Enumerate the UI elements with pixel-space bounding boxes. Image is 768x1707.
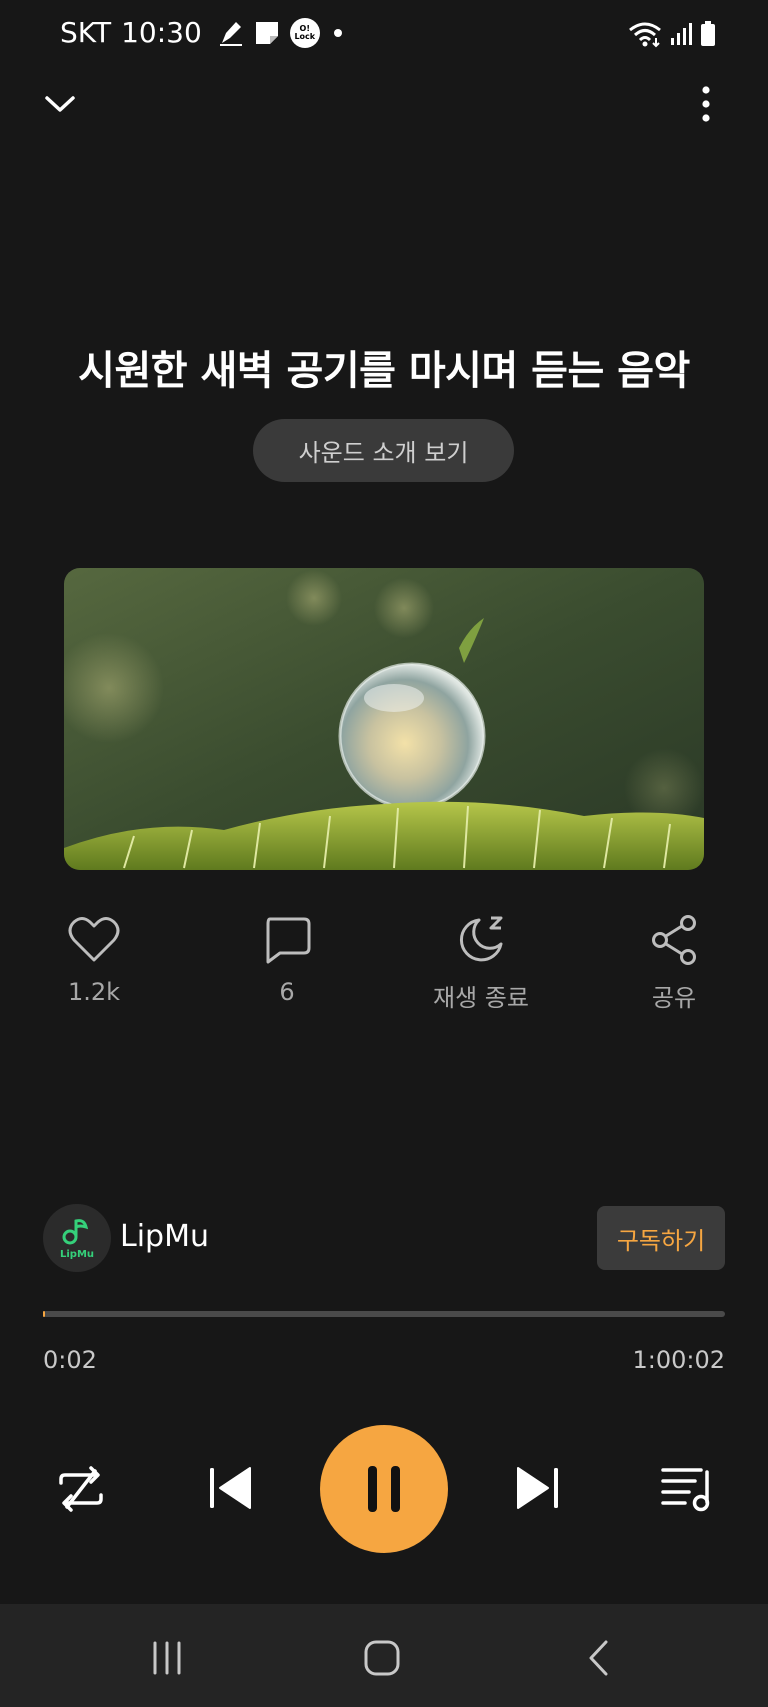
carrier-label: SKT [60,16,112,49]
battery-icon [701,21,715,46]
oclock-badge-text: O! Lock [294,23,316,41]
track-thumbnail[interactable] [64,568,704,870]
total-time: 1:00:02 [632,1346,725,1374]
like-action[interactable]: 1.2k [24,912,164,1006]
back-icon [589,1640,608,1676]
dew-drop-on-moss-image [64,568,704,870]
current-time: 0:02 [43,1346,97,1374]
previous-button[interactable] [205,1462,257,1514]
status-left: SKT 10:30 O! Lock [60,16,342,49]
more-options-button[interactable] [684,82,728,126]
previous-icon [210,1467,251,1509]
sleep-timer-label: 재생 종료 [433,984,529,1012]
sleep-timer-action[interactable]: 재생 종료 [411,912,551,1013]
lipmu-logo: LipMu [60,1219,94,1260]
player-screen: SKT 10:30 O! Lock 시원한 새벽 공기를 마시며 듣는 음악 사… [0,0,768,1707]
status-right [628,20,716,48]
next-button[interactable] [511,1462,563,1514]
pause-icon [368,1466,400,1512]
dot-icon [333,28,342,37]
sleep-timer-icon [453,912,509,968]
repeat-icon [59,1466,103,1512]
status-bar: SKT 10:30 O! Lock [0,0,768,70]
next-icon [517,1467,558,1509]
share-label: 공유 [651,984,697,1012]
notes-icon [255,21,278,44]
wifi-icon [629,22,661,48]
pen-icon [219,21,242,46]
channel-avatar[interactable]: LipMu [43,1204,111,1272]
comment-icon [259,912,315,968]
sound-intro-button[interactable]: 사운드 소개 보기 [253,419,514,482]
channel-name[interactable]: LipMu [120,1219,209,1254]
heart-icon [66,912,122,968]
collapse-button[interactable] [38,82,82,126]
signal-icon [671,23,692,45]
playlist-button[interactable] [658,1460,716,1518]
system-nav-bar [0,1604,768,1707]
playlist-icon [661,1468,710,1512]
recent-apps-icon [153,1641,181,1675]
progress-fill [43,1311,45,1317]
like-count: 1.2k [67,978,121,1006]
comment-action[interactable]: 6 [217,912,357,1006]
more-vertical-icon [702,86,710,122]
home-button[interactable] [352,1634,412,1682]
repeat-button[interactable] [52,1460,110,1518]
logo-text: LipMu [60,1249,94,1260]
chevron-down-icon [45,96,75,112]
back-button[interactable] [568,1634,628,1682]
share-action[interactable]: 공유 [604,912,744,1013]
status-time: 10:30 [121,16,202,49]
pause-button[interactable] [320,1425,448,1553]
oclock-icon: O! Lock [289,17,320,48]
share-icon [646,912,702,968]
progress-bar[interactable] [43,1311,725,1317]
track-title: 시원한 새벽 공기를 마시며 듣는 음악 [78,348,690,394]
notification-icons: O! Lock [218,17,342,48]
recent-apps-button[interactable] [137,1634,197,1682]
home-icon [364,1640,400,1676]
comment-count: 6 [279,978,295,1006]
subscribe-button[interactable]: 구독하기 [597,1206,725,1270]
